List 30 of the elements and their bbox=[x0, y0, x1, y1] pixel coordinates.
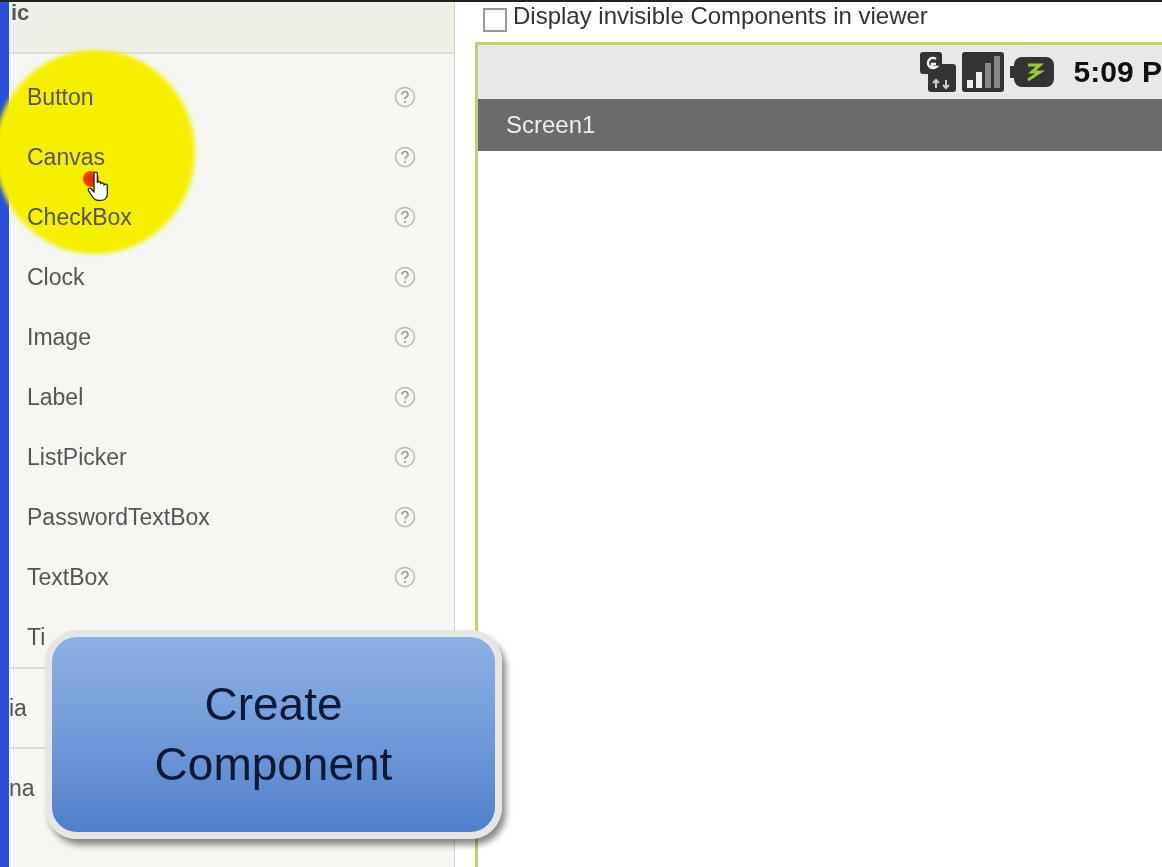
component-label[interactable]: Clock bbox=[27, 263, 85, 291]
signal-icon bbox=[961, 52, 1004, 92]
screen-title: Screen1 bbox=[506, 111, 596, 139]
component-label[interactable]: Ti bbox=[27, 623, 46, 651]
help-icon[interactable] bbox=[394, 446, 416, 468]
checkbox[interactable] bbox=[483, 8, 507, 32]
help-icon[interactable] bbox=[394, 506, 416, 528]
callout-text: Create Component bbox=[153, 676, 394, 792]
help-icon[interactable] bbox=[394, 206, 416, 228]
section-header[interactable]: ia bbox=[9, 694, 27, 722]
help-icon[interactable] bbox=[394, 146, 416, 168]
help-icon[interactable] bbox=[394, 326, 416, 348]
help-icon[interactable] bbox=[394, 86, 416, 108]
help-icon[interactable] bbox=[394, 566, 416, 588]
component-label[interactable]: CheckBox bbox=[27, 203, 132, 231]
checkbox-label: Display invisible Components in viewer bbox=[513, 2, 928, 30]
component-label[interactable]: Label bbox=[27, 383, 84, 411]
component-label[interactable]: Image bbox=[27, 323, 91, 351]
data-network-icon bbox=[919, 52, 956, 92]
help-icon[interactable] bbox=[394, 266, 416, 288]
help-icon[interactable] bbox=[394, 386, 416, 408]
section-header[interactable]: na bbox=[9, 774, 35, 802]
component-label[interactable]: PasswordTextBox bbox=[27, 503, 210, 531]
component-label[interactable]: Canvas bbox=[27, 143, 105, 171]
clock-time: 5:09 P bbox=[1073, 55, 1162, 89]
battery-icon bbox=[1009, 57, 1054, 87]
component-label[interactable]: TextBox bbox=[27, 563, 109, 591]
component-label[interactable]: Button bbox=[27, 83, 94, 111]
panel-header: ic bbox=[9, 2, 454, 54]
component-label[interactable]: ListPicker bbox=[27, 443, 127, 471]
